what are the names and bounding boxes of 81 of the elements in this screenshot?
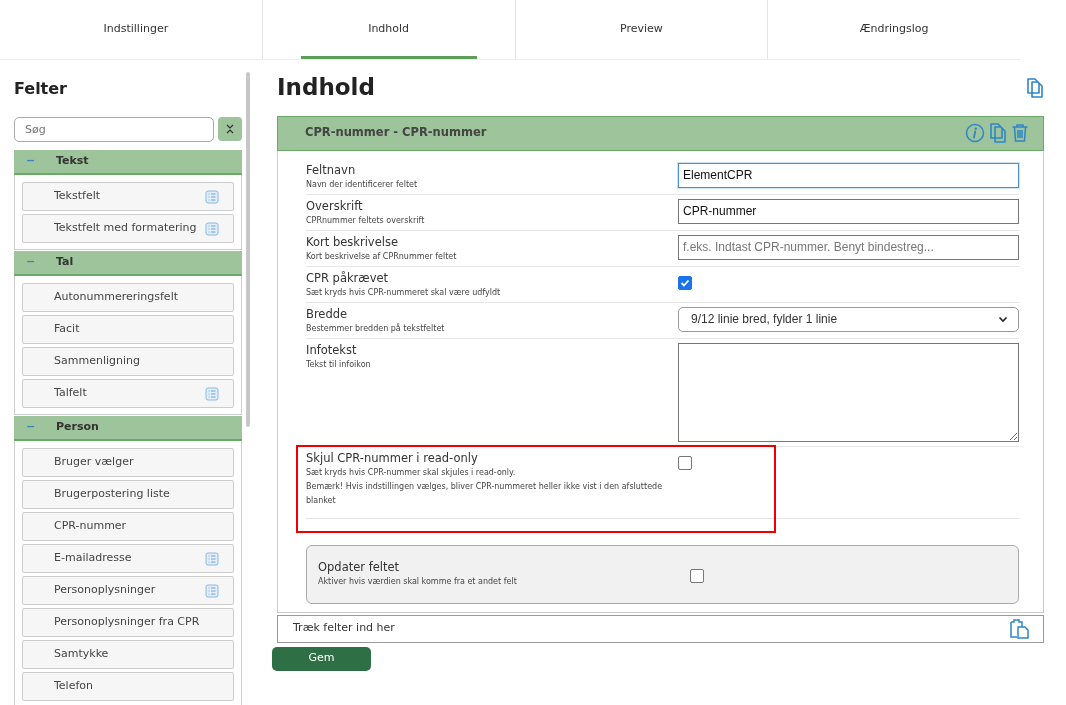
group-title: Person (56, 419, 99, 436)
field-type-item[interactable]: Telefon (22, 672, 234, 701)
item-label: CPR-nummer (54, 518, 128, 535)
card-title: CPR-nummer - CPR-nummer (305, 124, 488, 142)
text-input[interactable]: ElementCPR (678, 162, 1019, 188)
info-icon[interactable] (965, 123, 985, 144)
item-label: Personoplysninger fra CPR (54, 614, 201, 631)
field-type-item[interactable]: Tekstfelt med formatering (22, 214, 234, 243)
item-label: Samtykke (54, 646, 110, 663)
text-input[interactable]: f.eks. Indtast CPR-nummer. Benyt bindestreg... (678, 234, 1019, 260)
field-type-item[interactable]: Facit (22, 315, 234, 344)
copy-icon[interactable] (989, 123, 1007, 144)
field-note: Bemærk! Hvis indstillingen vælges, bliver CPR-nummeret heller ikke vist i den afsluttede blanket (306, 480, 664, 507)
sidebar-title: Felter (14, 78, 68, 100)
field-label: Kort beskrivelse (306, 234, 399, 250)
collapse-all-button[interactable] (218, 117, 242, 141)
field-help: Tekst til infoikon (306, 358, 372, 371)
field-label: Feltnavn (306, 162, 357, 178)
list-icon (205, 551, 219, 566)
field-help: Sæt kryds hvis CPR-nummeret skal være udfyldt (306, 286, 502, 299)
item-label: Facit (54, 321, 81, 338)
collapse-icon (225, 124, 235, 134)
group-title: Tal (56, 254, 74, 271)
field-type-item[interactable]: E-mailadresse (22, 544, 234, 573)
field-help: Sæt kryds hvis CPR-nummer skal skjules i read-only. (306, 466, 517, 479)
text-input[interactable]: CPR-nummer (678, 198, 1019, 224)
field-type-item[interactable]: Samtykke (22, 640, 234, 669)
list-icon (205, 583, 219, 598)
checkbox[interactable] (678, 455, 692, 470)
item-label: Autonummereringsfelt (54, 289, 179, 306)
drop-zone-label: Træk felter ind her (293, 620, 395, 637)
checkbox[interactable] (690, 568, 704, 583)
field-help: Aktiver hvis værdien skal komme fra et andet felt (318, 575, 518, 588)
list-icon (205, 386, 219, 401)
item-label: Brugerpostering liste (54, 486, 171, 503)
field-label: Infotekst (306, 342, 358, 358)
field-type-item[interactable]: CPR-nummer (22, 512, 234, 541)
scrollbar[interactable] (246, 72, 250, 427)
field-label: Overskrift (306, 198, 364, 214)
field-type-item[interactable]: Autonummereringsfelt (22, 283, 234, 312)
field-type-item[interactable]: Bruger vælger (22, 448, 234, 477)
list-icon (205, 221, 219, 236)
item-label: Tekstfelt (54, 188, 102, 205)
item-label: Bruger vælger (54, 454, 135, 471)
group-header[interactable]: − Tal (14, 251, 242, 276)
field-type-item[interactable]: Personoplysninger (22, 576, 234, 605)
item-label: E-mailadresse (54, 550, 133, 567)
group-header[interactable]: − Tekst (14, 150, 242, 175)
field-type-item[interactable]: Brugerpostering liste (22, 480, 234, 509)
field-type-item[interactable]: Tekstfelt (22, 182, 234, 211)
field-help: Kort beskrivelse af CPRnummer feltet (306, 250, 458, 263)
field-label: CPR påkrævet (306, 270, 390, 286)
check-icon (680, 277, 690, 288)
field-label: Bredde (306, 306, 349, 322)
item-label: Talfelt (54, 385, 88, 402)
field-type-item[interactable]: Talfelt (22, 379, 234, 408)
item-label: Personoplysninger (54, 582, 157, 599)
group-title: Tekst (56, 153, 89, 170)
info-textarea[interactable] (678, 342, 1019, 442)
item-label: Tekstfelt med formatering (54, 220, 198, 237)
item-label: Telefon (54, 678, 94, 695)
field-help: CPRnummer feltets overskrift (306, 214, 426, 227)
field-help: Navn der identificerer feltet (306, 178, 419, 191)
page-title: Indhold (277, 74, 375, 102)
select-value: 9/12 linie bred, fylder 1 linie (691, 311, 838, 329)
field-label: Opdater feltet (318, 559, 401, 575)
group-header[interactable]: − Person (14, 416, 242, 441)
chevron-down-icon (998, 315, 1008, 323)
item-label: Sammenligning (54, 353, 141, 370)
save-button[interactable]: Gem (272, 646, 371, 671)
list-icon (205, 189, 219, 204)
trash-icon[interactable] (1011, 123, 1029, 144)
width-select[interactable]: 9/12 linie bred, fylder 1 linie (678, 306, 1019, 332)
field-label: Skjul CPR-nummer i read-only (306, 450, 479, 466)
field-help: Bestemmer bredden på tekstfeltet (306, 322, 446, 335)
search-field[interactable]: Søg (14, 117, 214, 142)
field-type-item[interactable]: Personoplysninger fra CPR (22, 608, 234, 637)
checkbox[interactable] (678, 275, 692, 290)
copy-icon[interactable] (1026, 78, 1044, 98)
clipboard-icon[interactable] (1009, 618, 1029, 639)
field-type-item[interactable]: Sammenligning (22, 347, 234, 376)
